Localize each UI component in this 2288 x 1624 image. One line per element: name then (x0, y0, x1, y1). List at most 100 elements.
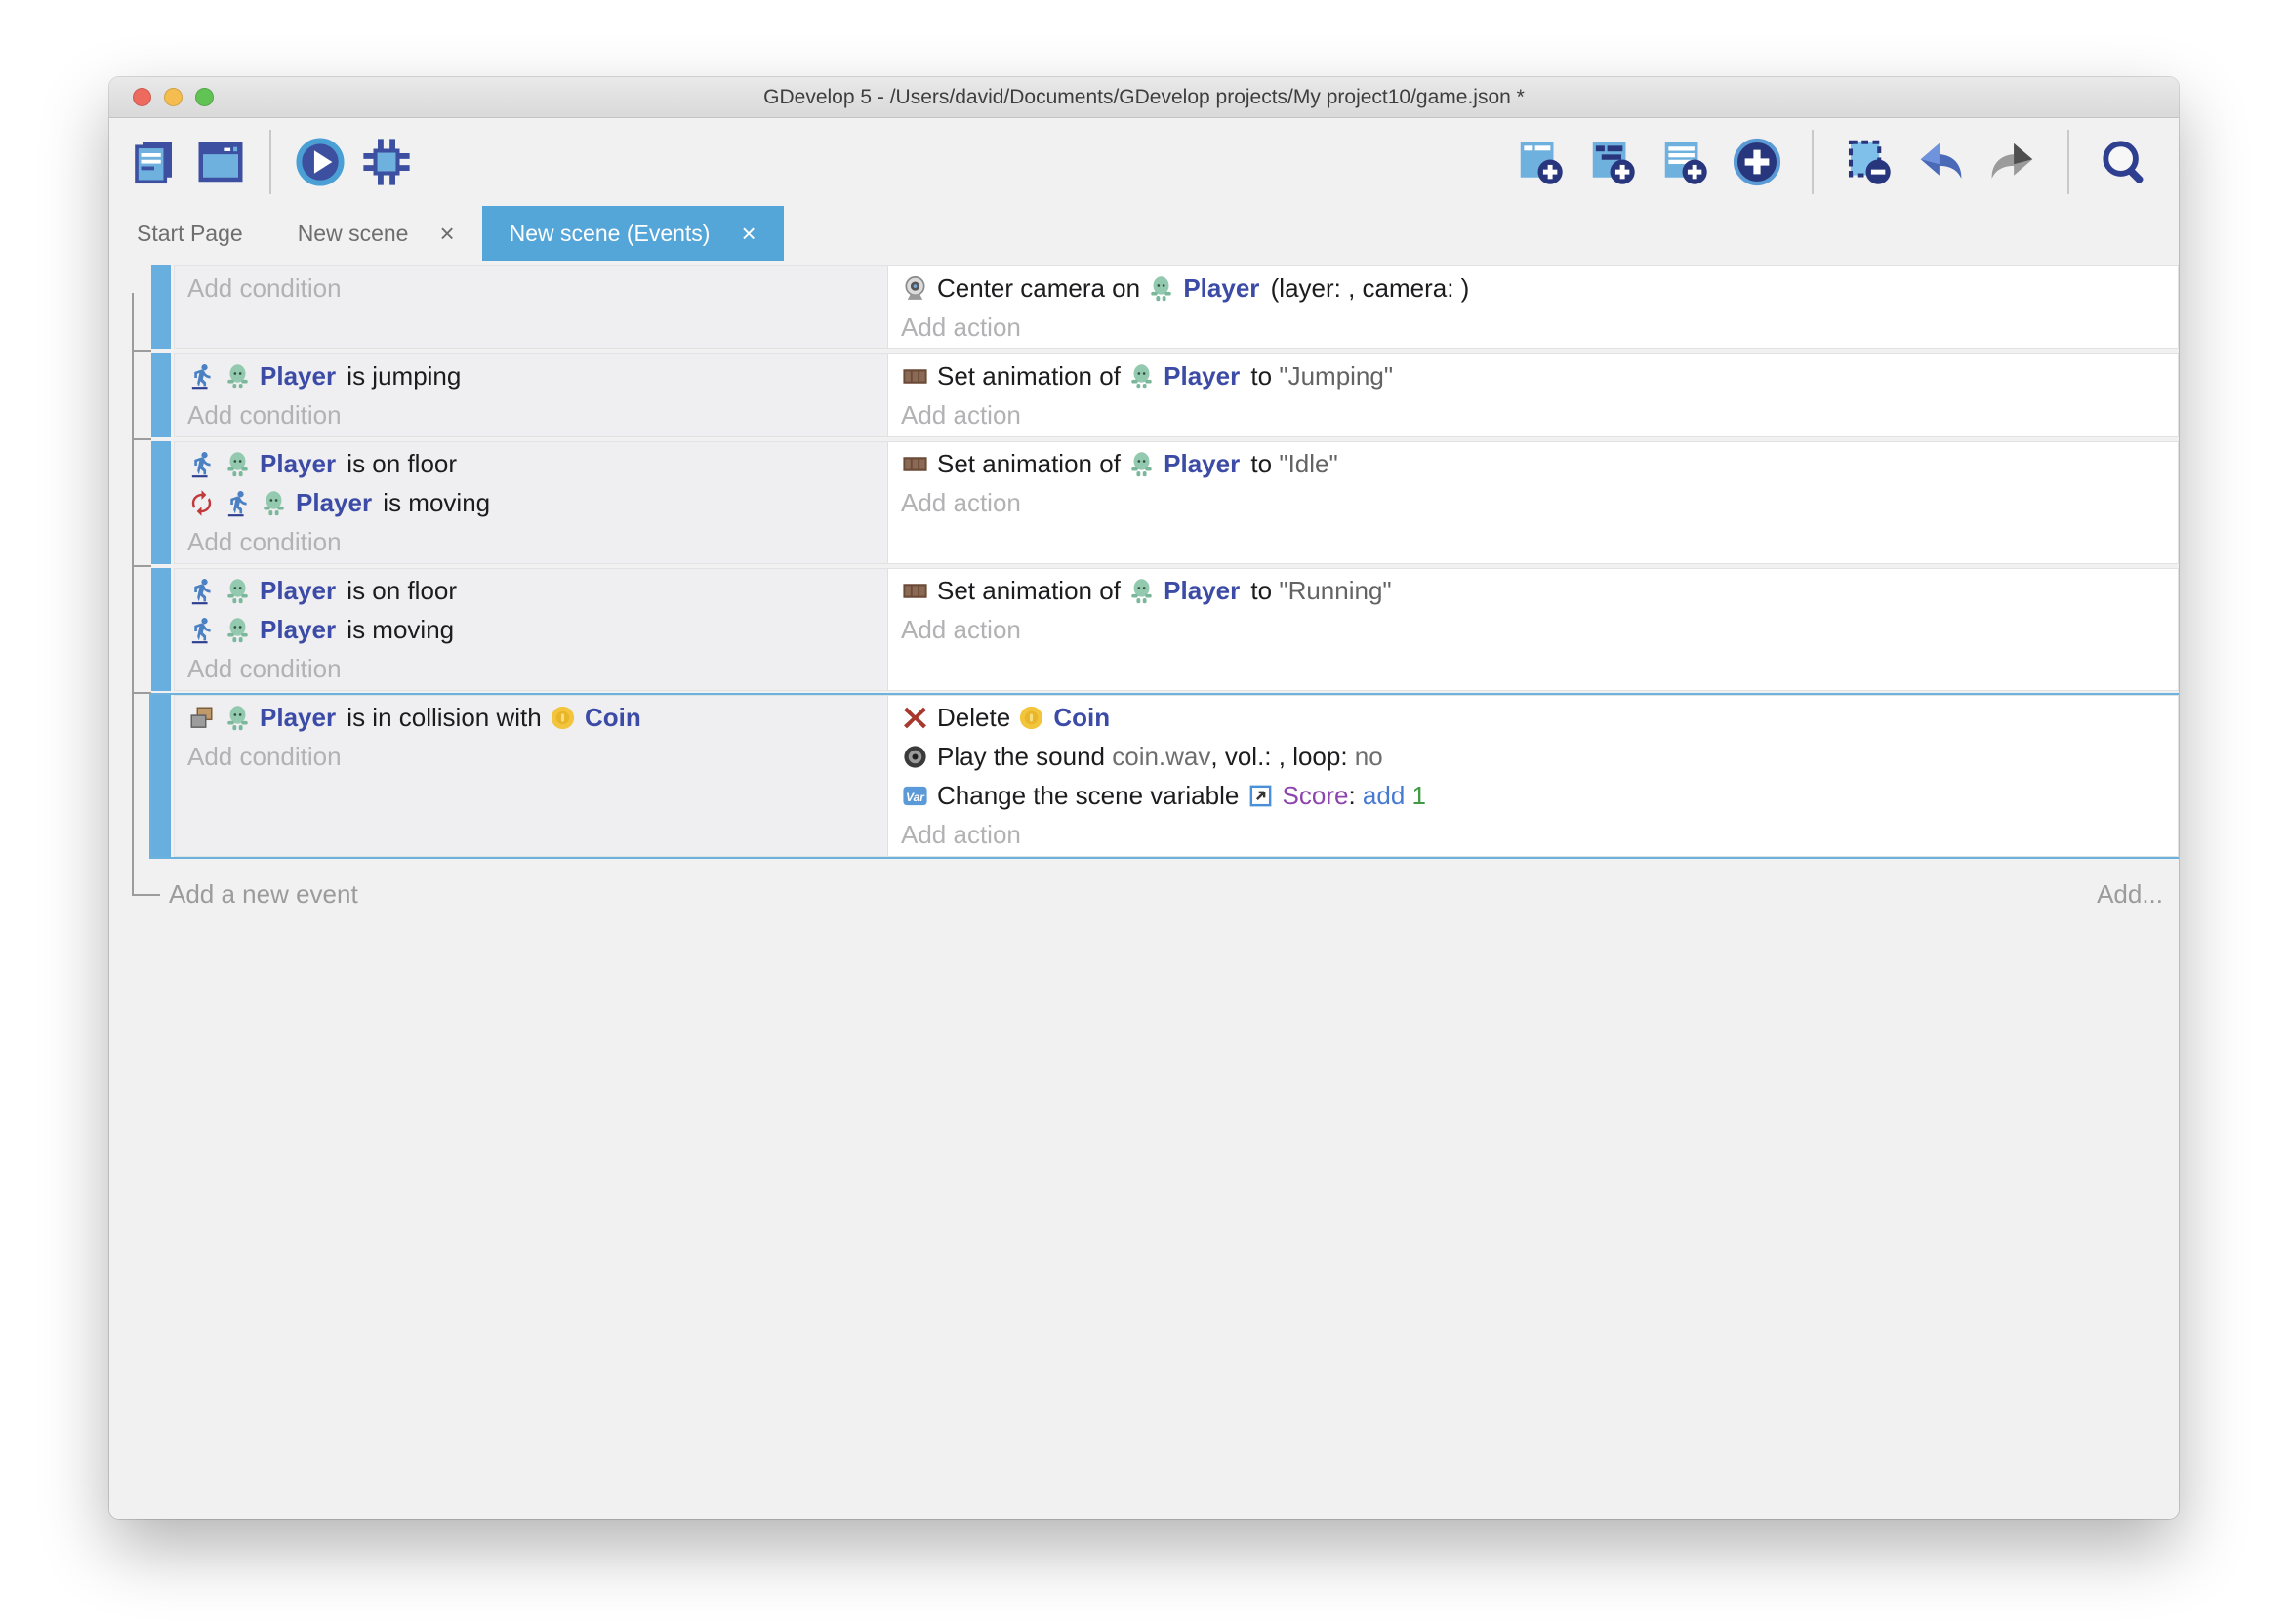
object-name: Player (1164, 576, 1240, 606)
add-more-button[interactable]: Add... (2097, 879, 2163, 910)
event-row[interactable]: Player is jumpingAdd conditionSet animat… (151, 353, 2179, 437)
titlebar: GDevelop 5 - /Users/david/Documents/GDev… (109, 77, 2179, 118)
add-action-button[interactable]: Add action (888, 815, 2178, 854)
gdevelop-window: GDevelop 5 - /Users/david/Documents/GDev… (109, 77, 2179, 1519)
tab-new-scene[interactable]: New scene × (270, 206, 482, 261)
number-value: 1 (1412, 781, 1426, 811)
text: Set animation of (937, 361, 1127, 391)
add-action-button[interactable]: Add action (888, 395, 2178, 434)
event-drag-handle[interactable] (151, 353, 171, 437)
tree-line (132, 894, 160, 896)
event-drag-handle[interactable] (151, 568, 171, 691)
platformer-icon (187, 616, 216, 644)
text: : (1348, 781, 1362, 811)
text: Delete (937, 703, 1017, 733)
player-icon (224, 704, 252, 732)
add-new-event-button[interactable]: Add a new event (169, 879, 358, 910)
toolbar-right-group (1511, 130, 2153, 194)
condition-line[interactable]: Player is moving (175, 483, 887, 522)
event-panel: Add conditionCenter camera on Player (la… (174, 265, 2179, 349)
add-action-button[interactable]: Add action (888, 483, 2178, 522)
condition-line[interactable]: Player is on floor (175, 571, 887, 610)
text: Set animation of (937, 449, 1127, 479)
tab-new-scene-events[interactable]: New scene (Events) × (482, 206, 784, 261)
player-icon (224, 577, 252, 605)
minimize-button[interactable] (164, 88, 183, 106)
close-tab-icon[interactable]: × (439, 221, 454, 246)
events-sheet: Add conditionCenter camera on Player (la… (109, 261, 2179, 1519)
delete-icon (901, 704, 929, 732)
event-drag-handle[interactable] (151, 265, 171, 349)
actions-cell: Set animation of Player to "Idle"Add act… (888, 442, 2178, 563)
add-condition-button[interactable]: Add condition (175, 268, 887, 307)
condition-line[interactable]: Player is jumping (175, 356, 887, 395)
action-line[interactable]: Play the sound coin.wav, vol.: , loop: n… (888, 737, 2178, 776)
event-drag-handle[interactable] (151, 695, 171, 857)
action-line[interactable]: Center camera on Player (layer: , camera… (888, 268, 2178, 307)
event-panel: Player is on floorPlayer is movingAdd co… (174, 441, 2179, 564)
add-circle-button[interactable] (1728, 131, 1786, 193)
event-row[interactable]: Player is on floorPlayer is movingAdd co… (151, 568, 2179, 691)
string-value: "Jumping" (1279, 361, 1393, 391)
zoom-button[interactable] (195, 88, 214, 106)
text: is in collision with (340, 703, 549, 733)
event-drag-handle[interactable] (151, 441, 171, 564)
add-comment-icon (1658, 136, 1711, 188)
actions-cell: Set animation of Player to "Jumping"Add … (888, 354, 2178, 436)
project-manager-button[interactable] (125, 131, 184, 193)
condition-line[interactable]: Player is moving (175, 610, 887, 649)
undo-button[interactable] (1911, 131, 1970, 193)
platformer-icon (187, 362, 216, 390)
condition-line[interactable]: Player is on floor (175, 444, 887, 483)
condition-line[interactable]: Player is in collision with Coin (175, 698, 887, 737)
parameter-value: no (1355, 742, 1383, 772)
player-icon (1147, 274, 1175, 303)
event-panel: Player is jumpingAdd conditionSet animat… (174, 353, 2179, 437)
delete-event-button[interactable] (1839, 131, 1898, 193)
actions-cell: Center camera on Player (layer: , camera… (888, 266, 2178, 348)
add-action-button[interactable]: Add action (888, 307, 2178, 346)
tree-line (132, 350, 151, 352)
add-circle-icon (1731, 136, 1783, 188)
action-line[interactable]: Set animation of Player to "Running" (888, 571, 2178, 610)
add-condition-button[interactable]: Add condition (175, 649, 887, 688)
action-line[interactable]: VarChange the scene variable Score: add … (888, 776, 2178, 815)
event-row[interactable]: Add conditionCenter camera on Player (la… (151, 265, 2179, 349)
text: , vol.: , loop: (1210, 742, 1354, 772)
add-event-icon (1514, 136, 1567, 188)
search-icon (2098, 136, 2150, 188)
add-condition-button[interactable]: Add condition (175, 395, 887, 434)
add-subevent-button[interactable] (1583, 131, 1642, 193)
add-event-button[interactable] (1511, 131, 1570, 193)
action-line[interactable]: Delete Coin (888, 698, 2178, 737)
tab-start-page[interactable]: Start Page (109, 206, 270, 261)
invert-icon (187, 489, 216, 517)
action-line[interactable]: Set animation of Player to "Jumping" (888, 356, 2178, 395)
add-action-button[interactable]: Add action (888, 610, 2178, 649)
action-line[interactable]: Set animation of Player to "Idle" (888, 444, 2178, 483)
object-name: Player (1183, 273, 1259, 304)
tab-bar: Start Page New scene × New scene (Events… (109, 206, 2179, 261)
debug-button[interactable] (357, 131, 416, 193)
text: Set animation of (937, 576, 1127, 606)
event-row[interactable]: Player is in collision with CoinAdd cond… (151, 695, 2179, 857)
close-button[interactable] (133, 88, 151, 106)
scene-editor-button[interactable] (191, 131, 250, 193)
event-row[interactable]: Player is on floorPlayer is movingAdd co… (151, 441, 2179, 564)
tree-line (132, 565, 151, 567)
close-tab-icon[interactable]: × (741, 221, 756, 246)
animation-icon (901, 450, 929, 478)
actions-cell: Set animation of Player to "Running"Add … (888, 569, 2178, 690)
redo-button[interactable] (1983, 131, 2042, 193)
svg-text:Var: Var (906, 790, 925, 803)
add-comment-button[interactable] (1655, 131, 1714, 193)
platformer-icon (224, 489, 252, 517)
events-footer: Add a new event Add... (109, 874, 2179, 914)
tab-label: New scene (298, 221, 409, 247)
preview-button[interactable] (291, 131, 349, 193)
animation-icon (901, 577, 929, 605)
events-list: Add conditionCenter camera on Player (la… (109, 261, 2179, 857)
search-button[interactable] (2095, 131, 2153, 193)
add-condition-button[interactable]: Add condition (175, 522, 887, 561)
add-condition-button[interactable]: Add condition (175, 737, 887, 776)
